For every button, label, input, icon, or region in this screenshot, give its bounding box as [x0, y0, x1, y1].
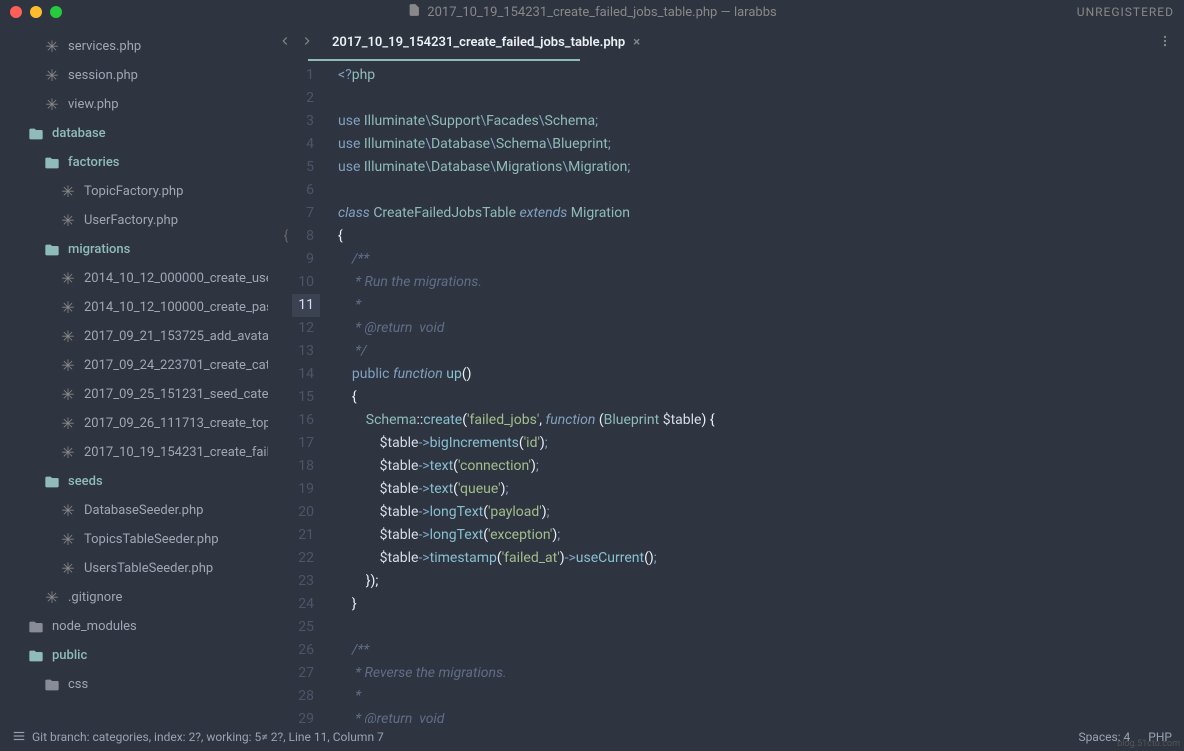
tab-prev-icon[interactable]: [276, 31, 294, 54]
file-label: .gitignore: [68, 590, 122, 605]
file-label: TopicsTableSeeder.php: [84, 532, 219, 547]
file-item[interactable]: ✳ view.php: [0, 90, 268, 119]
tab-active[interactable]: 2017_10_19_154231_create_failed_jobs_tab…: [324, 24, 648, 60]
folder-icon: [44, 474, 60, 490]
file-label: 2017_09_26_111713_create_topics_tabl: [84, 416, 268, 431]
file-item[interactable]: ✳ DatabaseSeeder.php: [0, 496, 268, 525]
main-area: ✳ services.php ✳ session.php ✳ view.php databa…: [0, 24, 1184, 723]
folder-icon: [44, 242, 60, 258]
file-glyph-icon: ✳: [60, 213, 76, 229]
file-label: node_modules: [52, 619, 137, 634]
file-glyph-icon: ✳: [44, 68, 60, 84]
watermark: blog.51cto.com: [1117, 739, 1180, 749]
window-title: 2017_10_19_154231_create_failed_jobs_tab…: [407, 3, 776, 21]
file-item[interactable]: ✳ 2014_10_12_000000_create_users_tabl: [0, 264, 268, 293]
tab-next-icon[interactable]: [298, 31, 316, 54]
code-area[interactable]: { 12345678910111213141516171819202122232…: [268, 60, 1184, 723]
folder-icon: [44, 677, 60, 693]
code-content[interactable]: <?php use Illuminate\Support\Facades\Sch…: [320, 64, 1184, 723]
file-label: DatabaseSeeder.php: [84, 503, 203, 518]
file-label: 2014_10_12_100000_create_password_: [84, 300, 268, 315]
file-item[interactable]: ✳ session.php: [0, 61, 268, 90]
file-label: public: [52, 648, 87, 663]
line-numbers: 1234567891011121314151617181920212223242…: [292, 64, 320, 723]
file-glyph-icon: ✳: [60, 561, 76, 577]
folder-item[interactable]: node_modules: [0, 612, 268, 641]
file-label: session.php: [68, 68, 138, 83]
file-label: 2017_10_19_154231_create_failed_jobs_: [84, 445, 268, 460]
file-label: migrations: [68, 242, 130, 257]
file-glyph-icon: ✳: [60, 445, 76, 461]
file-icon: [407, 3, 421, 21]
folder-item[interactable]: database: [0, 119, 268, 148]
file-label: UserFactory.php: [84, 213, 178, 228]
file-glyph-icon: ✳: [44, 97, 60, 113]
file-item[interactable]: ✳ TopicsTableSeeder.php: [0, 525, 268, 554]
file-glyph-icon: ✳: [60, 329, 76, 345]
editor-pane: 2017_10_19_154231_create_failed_jobs_tab…: [268, 24, 1184, 723]
file-item[interactable]: ✳ 2017_09_21_153725_add_avatar_and_ir: [0, 322, 268, 351]
unregistered-label: UNREGISTERED: [1077, 5, 1174, 19]
file-glyph-icon: ✳: [60, 184, 76, 200]
file-label: seeds: [68, 474, 103, 489]
file-label: UsersTableSeeder.php: [84, 561, 213, 576]
file-item[interactable]: ✳ 2014_10_12_100000_create_password_: [0, 293, 268, 322]
file-label: services.php: [68, 39, 141, 54]
folder-icon: [28, 126, 44, 142]
folder-icon: [28, 619, 44, 635]
file-glyph-icon: ✳: [60, 358, 76, 374]
file-glyph-icon: ✳: [60, 416, 76, 432]
file-glyph-icon: ✳: [60, 503, 76, 519]
close-window-icon[interactable]: [10, 6, 22, 18]
folder-item[interactable]: factories: [0, 148, 268, 177]
status-left-text: Git branch: categories, index: 2?, worki…: [32, 730, 384, 744]
file-glyph-icon: ✳: [44, 39, 60, 55]
folder-item[interactable]: seeds: [0, 467, 268, 496]
file-item[interactable]: ✳ 2017_09_25_151231_seed_categories_t: [0, 380, 268, 409]
file-item[interactable]: ✳ 2017_09_26_111713_create_topics_tabl: [0, 409, 268, 438]
folder-item[interactable]: migrations: [0, 235, 268, 264]
minimize-window-icon[interactable]: [30, 6, 42, 18]
file-glyph-icon: ✳: [60, 387, 76, 403]
menu-icon[interactable]: [12, 729, 26, 746]
file-label: 2017_09_25_151231_seed_categories_t: [84, 387, 268, 402]
tab-bar: 2017_10_19_154231_create_failed_jobs_tab…: [268, 24, 1184, 60]
file-item[interactable]: ✳ 2017_09_24_223701_create_categories: [0, 351, 268, 380]
file-item[interactable]: ✳ UsersTableSeeder.php: [0, 554, 268, 583]
file-label: database: [52, 126, 106, 141]
folder-item[interactable]: css: [0, 670, 268, 699]
file-label: TopicFactory.php: [84, 184, 183, 199]
file-glyph-icon: ✳: [60, 532, 76, 548]
folder-icon: [44, 155, 60, 171]
tab-label: 2017_10_19_154231_create_failed_jobs_tab…: [332, 35, 625, 50]
file-item[interactable]: ✳ services.php: [0, 32, 268, 61]
status-bar: Git branch: categories, index: 2?, worki…: [0, 723, 1184, 751]
file-label: css: [68, 677, 88, 692]
file-item[interactable]: ✳ .gitignore: [0, 583, 268, 612]
file-glyph-icon: ✳: [60, 271, 76, 287]
folder-icon: [28, 648, 44, 664]
file-label: view.php: [68, 97, 119, 112]
file-item[interactable]: ✳ UserFactory.php: [0, 206, 268, 235]
file-glyph-icon: ✳: [60, 300, 76, 316]
file-label: 2017_09_21_153725_add_avatar_and_ir: [84, 329, 268, 344]
tab-underline: [308, 59, 580, 61]
file-label: 2017_09_24_223701_create_categories: [84, 358, 268, 373]
traffic-lights: [10, 6, 62, 18]
titlebar: 2017_10_19_154231_create_failed_jobs_tab…: [0, 0, 1184, 24]
more-menu-icon[interactable]: [1158, 33, 1172, 52]
folder-item[interactable]: public: [0, 641, 268, 670]
maximize-window-icon[interactable]: [50, 6, 62, 18]
file-label: factories: [68, 155, 120, 170]
file-explorer[interactable]: ✳ services.php ✳ session.php ✳ view.php databa…: [0, 24, 268, 723]
file-label: 2014_10_12_000000_create_users_tabl: [84, 271, 268, 286]
tab-nav: [276, 31, 316, 54]
file-glyph-icon: ✳: [44, 590, 60, 606]
window-title-text: 2017_10_19_154231_create_failed_jobs_tab…: [427, 5, 776, 20]
file-item[interactable]: ✳ TopicFactory.php: [0, 177, 268, 206]
file-item[interactable]: ✳ 2017_10_19_154231_create_failed_jobs_: [0, 438, 268, 467]
tab-close-icon[interactable]: ×: [633, 35, 640, 50]
